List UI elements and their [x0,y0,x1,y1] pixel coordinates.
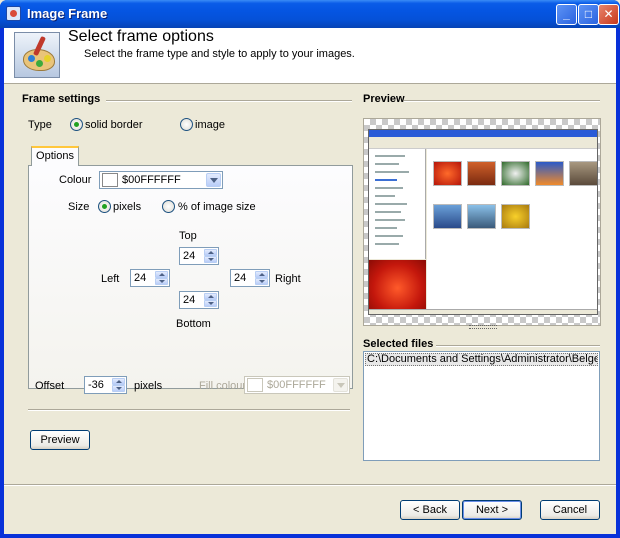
radio-pixels[interactable] [98,200,111,213]
list-item[interactable]: C:\Documents and Settings\Administrator\… [365,353,598,366]
close-button[interactable]: ✕ [598,4,619,25]
offset-unit-label: pixels [134,380,163,392]
page-title: Select frame options [68,28,214,45]
left-value: 24 [134,272,147,284]
divider [404,100,600,102]
divider [28,409,350,411]
top-label: Top [179,230,197,242]
colour-value: $00FFFFFF [122,174,181,186]
spin-up-icon[interactable] [204,249,217,256]
colour-label: Colour [59,174,92,186]
window-title: Image Frame [27,6,108,21]
offset-label: Offset [35,380,65,392]
top-spinner[interactable]: 24 [179,247,219,265]
palette-logo-icon [14,32,60,78]
spin-down-icon[interactable] [112,385,125,392]
preview-screenshot [368,129,598,315]
spin-up-icon[interactable] [155,271,168,278]
offset-spinner[interactable]: -36 [84,376,127,394]
maximize-button[interactable]: □ [578,4,599,25]
image-frame-window: Image Frame _ □ ✕ Select frame options S… [0,0,620,538]
minimize-button[interactable]: _ [556,4,577,25]
colour-combo[interactable]: $00FFFFFF [99,171,223,189]
page-subtitle: Select the frame type and style to apply… [84,48,355,60]
pixels-label[interactable]: pixels [113,201,141,213]
back-button[interactable]: < Back [400,500,460,520]
spin-up-icon[interactable] [112,378,125,385]
fill-colour-swatch [247,378,263,392]
right-spinner[interactable]: 24 [230,269,270,287]
radio-solid-border[interactable] [70,118,83,131]
app-icon [6,6,21,21]
options-tab-panel [28,165,353,389]
spin-up-icon[interactable] [255,271,268,278]
bottom-spinner[interactable]: 24 [179,291,219,309]
chevron-down-icon[interactable] [206,173,221,187]
percent-size-label[interactable]: % of image size [178,201,256,213]
left-label: Left [101,273,120,285]
radio-image[interactable] [180,118,193,131]
footer-divider [4,484,616,486]
right-value: 24 [234,272,247,284]
frame-preview-image [363,118,601,326]
fill-colour-combo[interactable]: $00FFFFFF [244,376,350,394]
solid-border-label[interactable]: solid border [85,119,142,131]
bottom-label: Bottom [176,318,211,330]
colour-swatch [102,173,118,187]
right-label: Right [275,273,301,285]
divider [106,100,352,102]
spin-down-icon[interactable] [155,278,168,285]
frame-settings-label: Frame settings [22,93,101,105]
top-value: 24 [183,250,196,262]
cancel-button[interactable]: Cancel [540,500,600,520]
bottom-value: 24 [183,294,196,306]
spin-up-icon[interactable] [204,293,217,300]
fill-colour-label: Fill colour [199,380,247,392]
resize-grip-icon[interactable] [469,325,497,329]
preview-section-label: Preview [363,93,405,105]
fill-colour-value: $00FFFFFF [267,379,326,391]
divider [436,345,600,347]
chevron-down-icon[interactable] [333,378,348,392]
spin-down-icon[interactable] [204,300,217,307]
spin-down-icon[interactable] [204,256,217,263]
left-spinner[interactable]: 24 [130,269,170,287]
wizard-header: Select frame options Select the frame ty… [4,28,616,84]
type-label: Type [28,119,52,131]
image-label[interactable]: image [195,119,225,131]
size-label: Size [68,201,90,213]
spin-down-icon[interactable] [255,278,268,285]
title-bar[interactable]: Image Frame _ □ ✕ [0,0,620,28]
tab-options[interactable]: Options [31,146,79,166]
selected-files-label: Selected files [363,338,434,350]
preview-button[interactable]: Preview [30,430,90,450]
selected-files-list[interactable]: C:\Documents and Settings\Administrator\… [363,351,600,461]
offset-value: -36 [88,379,104,391]
next-button[interactable]: Next > [462,500,522,520]
dialog-client: Select frame options Select the frame ty… [4,28,616,534]
radio-percent-size[interactable] [162,200,175,213]
